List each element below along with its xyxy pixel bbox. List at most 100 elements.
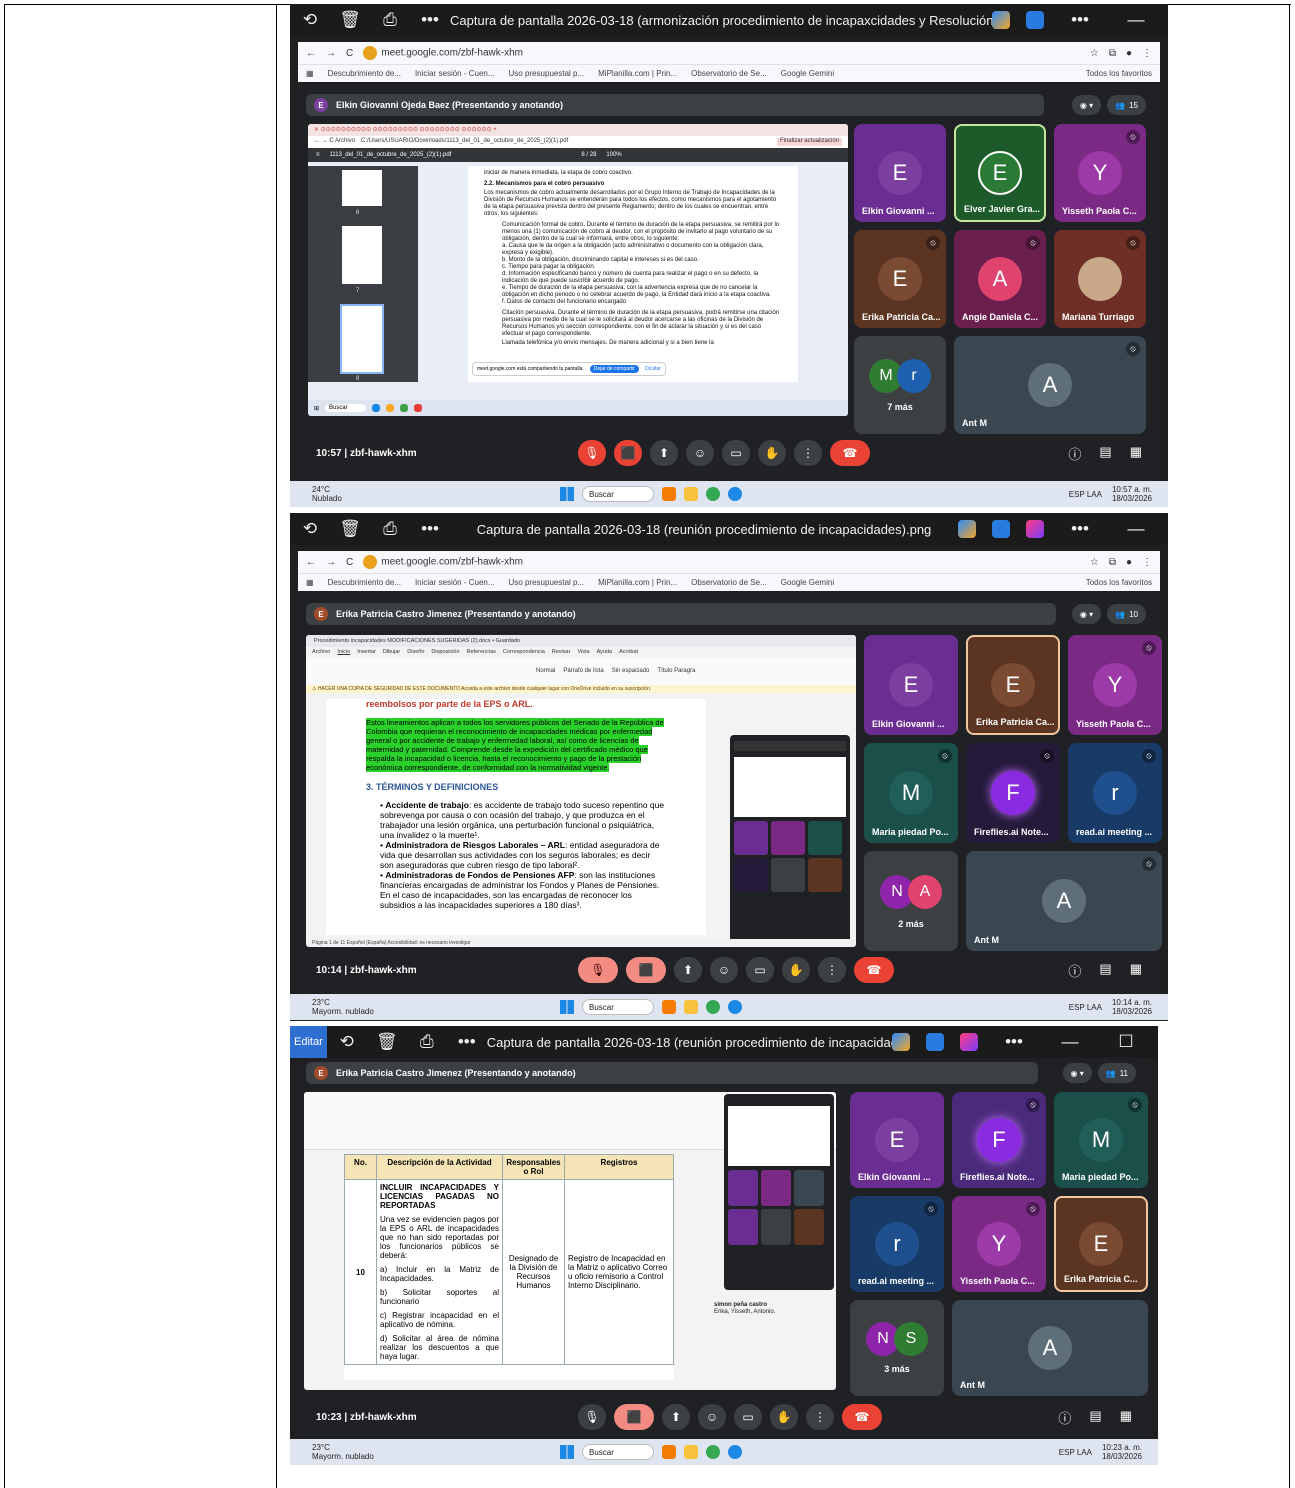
camera-toggle-button[interactable]: ⬛ bbox=[626, 957, 666, 983]
emoji-button[interactable]: ☺ bbox=[710, 957, 738, 983]
mic-toggle-button[interactable]: 🎙 bbox=[578, 1404, 606, 1430]
file-explorer-icon[interactable] bbox=[684, 1000, 698, 1014]
view-options-button[interactable]: ◉ ▾ bbox=[1071, 95, 1102, 115]
raise-hand-button[interactable]: ✋ bbox=[770, 1404, 798, 1430]
activities-icon[interactable]: ▦ bbox=[1130, 961, 1142, 980]
present-button[interactable]: ⬆ bbox=[650, 440, 678, 466]
delete-icon[interactable]: 🗑 bbox=[367, 1032, 407, 1052]
file-explorer-icon[interactable] bbox=[684, 1445, 698, 1459]
participant-tile[interactable]: A Ant M bbox=[952, 1300, 1148, 1396]
ribbon-tab[interactable]: Vista bbox=[577, 649, 589, 655]
mic-toggle-button[interactable]: 🎙 bbox=[578, 957, 618, 983]
designer-icon[interactable] bbox=[1026, 520, 1044, 538]
more-options-icon[interactable]: ••• bbox=[410, 10, 450, 30]
participant-tile[interactable]: M Maria piedad Po... ⦸ bbox=[864, 743, 958, 843]
start-icon[interactable] bbox=[560, 487, 574, 501]
chat-icon[interactable]: ▤ bbox=[1089, 1408, 1101, 1427]
bookmark-item[interactable]: MiPlanilla.com | Prin... bbox=[598, 578, 677, 587]
delete-icon[interactable]: 🗑 bbox=[330, 10, 370, 30]
more-options-button[interactable]: ⋮ bbox=[794, 440, 822, 466]
ribbon-tab[interactable]: Dibujar bbox=[383, 649, 400, 655]
style-item[interactable]: Sin espaciado bbox=[612, 668, 650, 674]
participant-tile[interactable]: E Erika Patricia C... bbox=[1054, 1196, 1148, 1292]
more-options-icon[interactable]: ••• bbox=[410, 519, 450, 539]
view-options-button[interactable]: ◉ ▾ bbox=[1071, 604, 1102, 624]
chrome-icon[interactable] bbox=[706, 1445, 720, 1459]
print-icon[interactable]: ⎙ bbox=[407, 1032, 447, 1052]
print-icon[interactable]: ⎙ bbox=[370, 10, 410, 30]
apps-icon[interactable]: ▦ bbox=[306, 69, 314, 78]
apps-icon[interactable]: ▦ bbox=[306, 578, 314, 587]
participant-tile[interactable]: A Ant M ⦸ bbox=[954, 336, 1146, 434]
captions-button[interactable]: ▭ bbox=[746, 957, 774, 983]
print-icon[interactable]: ⎙ bbox=[370, 519, 410, 539]
copilot-icon[interactable] bbox=[958, 520, 976, 538]
back-icon[interactable]: ← bbox=[306, 557, 316, 568]
ribbon-tab[interactable]: Diseño bbox=[407, 649, 424, 655]
language-indicator[interactable]: ESP LAA bbox=[1059, 1448, 1092, 1457]
chrome-icon[interactable] bbox=[706, 487, 720, 501]
bookmark-item[interactable]: Iniciar sesión - Cuen... bbox=[415, 69, 495, 78]
ribbon-tab[interactable]: Inicio bbox=[337, 649, 350, 655]
photos-icon[interactable] bbox=[926, 1033, 944, 1051]
info-icon[interactable]: ⓘ bbox=[1068, 961, 1081, 980]
update-button[interactable]: Finalizar actualización bbox=[776, 138, 842, 146]
edge-icon[interactable] bbox=[728, 487, 742, 501]
back-icon[interactable]: ← bbox=[306, 48, 316, 59]
participant-tile[interactable]: E Elver Javier Gra... bbox=[954, 124, 1046, 222]
bookmark-item[interactable]: Uso presupuestal p... bbox=[509, 578, 585, 587]
more-options-icon[interactable]: ••• bbox=[1060, 519, 1100, 539]
minimize-icon[interactable]: — bbox=[1116, 10, 1156, 30]
minimize-icon[interactable]: — bbox=[1050, 1032, 1090, 1052]
participant-tile[interactable]: A Ant M ⦸ bbox=[966, 851, 1162, 951]
bookmark-item[interactable]: Google Gemini bbox=[781, 69, 834, 78]
more-options-button[interactable]: ⋮ bbox=[818, 957, 846, 983]
bookmark-item[interactable]: Observatorio de Se... bbox=[691, 69, 767, 78]
participant-tile[interactable]: E Erika Patricia Ca... bbox=[966, 635, 1060, 735]
leave-call-button[interactable]: ☎ bbox=[842, 1404, 882, 1430]
style-item[interactable]: Párrafo de lista bbox=[563, 668, 603, 674]
present-button[interactable]: ⬆ bbox=[662, 1404, 690, 1430]
ribbon-tab[interactable]: Ayuda bbox=[597, 649, 613, 655]
widgets-icon[interactable] bbox=[662, 487, 676, 501]
ribbon-tab[interactable]: Acrobat bbox=[619, 649, 638, 655]
participant-tile[interactable]: E Elkin Giovanni ... bbox=[864, 635, 958, 735]
ribbon-tab[interactable]: Archivo bbox=[312, 649, 330, 655]
raise-hand-button[interactable]: ✋ bbox=[758, 440, 786, 466]
participant-tile[interactable]: Y Yisseth Paola C... ⦸ bbox=[1054, 124, 1146, 222]
style-item[interactable]: Normal bbox=[536, 668, 555, 674]
address-bar[interactable]: ← → C meet.google.com/zbf-hawk-xhm ☆ ⧉ ●… bbox=[298, 551, 1160, 573]
bookmark-item[interactable]: Google Gemini bbox=[781, 578, 834, 587]
delete-icon[interactable]: 🗑 bbox=[330, 519, 370, 539]
edge-icon[interactable] bbox=[728, 1000, 742, 1014]
ribbon-tab[interactable]: Revisar bbox=[552, 649, 571, 655]
participant-tile[interactable]: Y Yisseth Paola C... ⦸ bbox=[952, 1196, 1046, 1292]
taskbar-search[interactable]: Buscar bbox=[582, 486, 654, 502]
edit-button[interactable]: Editar bbox=[290, 1026, 327, 1058]
bookmark-item[interactable]: Iniciar sesión - Cuen... bbox=[415, 578, 495, 587]
ribbon-tab[interactable]: Referencias bbox=[467, 649, 496, 655]
widgets-icon[interactable] bbox=[662, 1000, 676, 1014]
style-item[interactable]: Título Paragra bbox=[657, 668, 695, 674]
more-options-icon[interactable]: ••• bbox=[447, 1032, 487, 1052]
copilot-icon[interactable] bbox=[992, 11, 1010, 29]
chrome-icon[interactable] bbox=[706, 1000, 720, 1014]
address-bar[interactable]: ← → C meet.google.com/zbf-hawk-xhm ☆ ⧉ ●… bbox=[298, 42, 1160, 64]
hide-link[interactable]: Ocultar bbox=[645, 366, 661, 372]
leave-call-button[interactable]: ☎ bbox=[854, 957, 894, 983]
maximize-icon[interactable]: ☐ bbox=[1106, 1032, 1146, 1052]
reload-icon[interactable]: C bbox=[346, 48, 353, 59]
rotate-icon[interactable]: ⟲ bbox=[290, 10, 330, 30]
photos-icon[interactable] bbox=[992, 520, 1010, 538]
copilot-icon[interactable] bbox=[892, 1033, 910, 1051]
start-icon[interactable] bbox=[560, 1445, 574, 1459]
more-options-icon[interactable]: ••• bbox=[1060, 10, 1100, 30]
camera-toggle-button[interactable]: ⬛ bbox=[614, 1404, 654, 1430]
edge-icon[interactable] bbox=[728, 1445, 742, 1459]
forward-icon[interactable]: → bbox=[326, 557, 336, 568]
bookmark-item[interactable]: Descubrimiento de... bbox=[328, 69, 401, 78]
clock[interactable]: 10:14 a. m. 18/03/2026 bbox=[1112, 998, 1152, 1016]
extensions-icon[interactable]: ⧉ bbox=[1109, 48, 1116, 59]
language-indicator[interactable]: ESP LAA bbox=[1069, 1003, 1102, 1012]
raise-hand-button[interactable]: ✋ bbox=[782, 957, 810, 983]
